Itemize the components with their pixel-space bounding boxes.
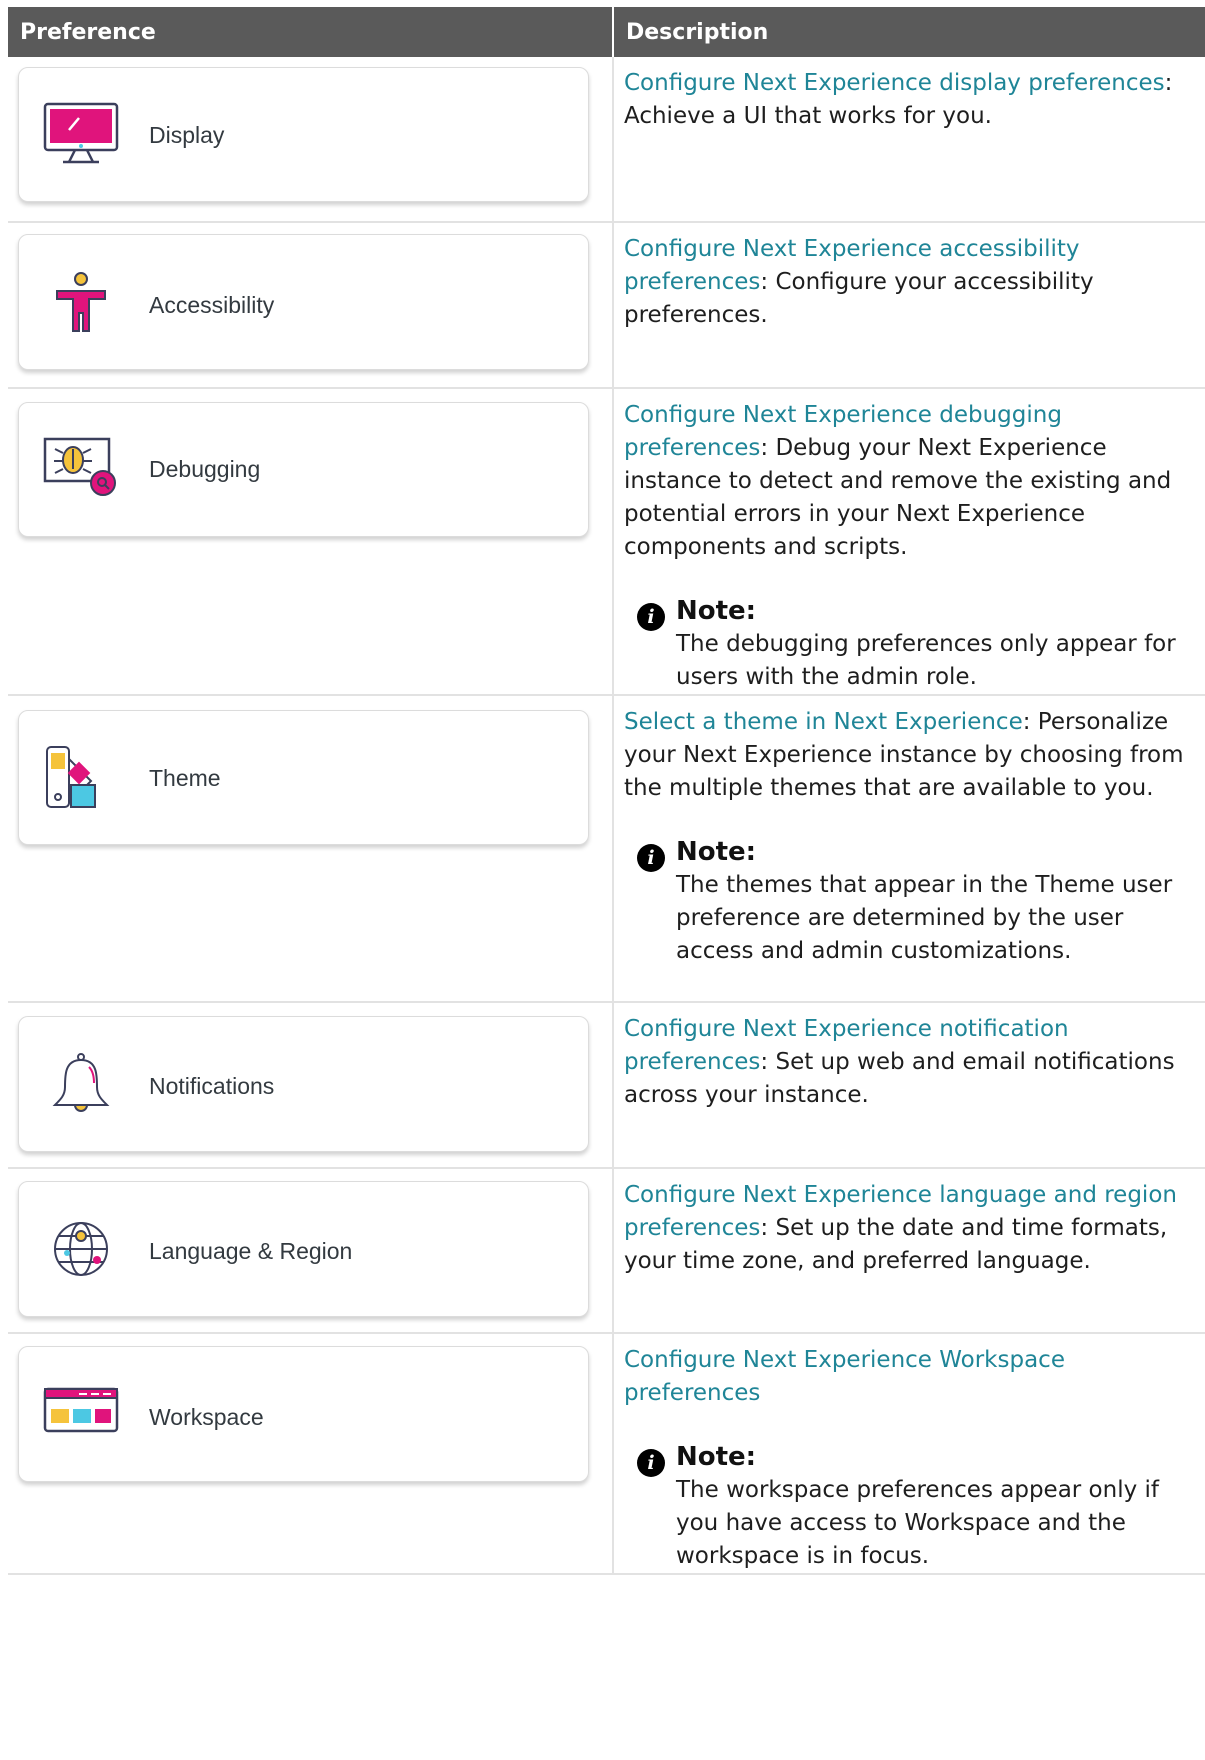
preference-label: Theme (149, 765, 221, 791)
preference-card-language-region[interactable]: Language & Region (18, 1181, 589, 1317)
monitor-icon (43, 100, 119, 170)
description-cell: Configure Next Experience display prefer… (613, 57, 1205, 223)
preference-card-debugging[interactable]: Debugging (18, 402, 589, 537)
preference-label: Debugging (149, 456, 261, 482)
note-title: Note: (676, 1442, 757, 1472)
preference-doc-link[interactable]: Configure Next Experience display prefer… (624, 70, 1165, 96)
preference-cell: Display (8, 57, 614, 223)
note-callout: i Note: The themes that appear in the Th… (624, 835, 1201, 968)
note-body: The debugging preferences only appear fo… (676, 631, 1176, 690)
column-header-preference: Preference (8, 7, 614, 57)
preference-cell: Accessibility (8, 222, 614, 389)
description-text: Configure Next Experience debugging pref… (624, 399, 1201, 564)
note-body: The themes that appear in the Theme user… (676, 872, 1173, 964)
info-icon: i (637, 603, 665, 631)
preference-label: Notifications (149, 1073, 275, 1099)
globe-icon (43, 1216, 119, 1286)
description-cell: Configure Next Experience Workspace pref… (613, 1333, 1205, 1575)
column-header-description: Description (613, 7, 1205, 57)
preference-cell: Notifications (8, 1002, 614, 1169)
info-icon: i (637, 1449, 665, 1477)
preference-card-display[interactable]: Display (18, 67, 589, 202)
description-text: Configure Next Experience display prefer… (624, 67, 1201, 133)
table-row: Accessibility Configure Next Experience … (8, 222, 1205, 389)
table-row: Language & Region Configure Next Experie… (8, 1168, 1205, 1334)
bell-icon (43, 1051, 119, 1121)
workspace-window-icon (43, 1383, 119, 1453)
note-title: Note: (676, 596, 757, 626)
table-row: Workspace Configure Next Experience Work… (8, 1333, 1205, 1575)
table-row: Display Configure Next Experience displa… (8, 57, 1205, 223)
table-row: Notifications Configure Next Experience … (8, 1002, 1205, 1169)
bug-search-icon (43, 433, 119, 503)
preference-card-theme[interactable]: Theme (18, 710, 589, 845)
description-cell: Select a theme in Next Experience: Perso… (613, 695, 1205, 1003)
table-header-row: Preference Description (8, 7, 1205, 57)
description-text: Configure Next Experience Workspace pref… (624, 1344, 1201, 1410)
color-swatch-icon (43, 745, 119, 815)
note-callout: i Note: The debugging preferences only a… (624, 594, 1201, 694)
description-cell: Configure Next Experience accessibility … (613, 222, 1205, 389)
preference-label: Display (149, 122, 225, 148)
preference-label: Language & Region (149, 1238, 353, 1264)
note-callout: i Note: The workspace preferences appear… (624, 1440, 1201, 1573)
note-body: The workspace preferences appear only if… (676, 1477, 1159, 1569)
preference-card-notifications[interactable]: Notifications (18, 1016, 589, 1152)
description-cell: Configure Next Experience debugging pref… (613, 388, 1205, 696)
description-text: Configure Next Experience language and r… (624, 1179, 1201, 1278)
preference-card-accessibility[interactable]: Accessibility (18, 234, 589, 370)
description-text: Configure Next Experience notification p… (624, 1013, 1201, 1112)
table-row: Debugging Configure Next Experience debu… (8, 388, 1205, 696)
preference-doc-link[interactable]: Select a theme in Next Experience (624, 709, 1023, 735)
info-icon: i (637, 844, 665, 872)
preference-doc-link[interactable]: Configure Next Experience Workspace pref… (624, 1347, 1065, 1406)
preference-cell: Workspace (8, 1333, 614, 1575)
preference-label: Workspace (149, 1404, 264, 1430)
description-text: Select a theme in Next Experience: Perso… (624, 706, 1201, 805)
preference-card-workspace[interactable]: Workspace (18, 1346, 589, 1482)
note-title: Note: (676, 837, 757, 867)
description-cell: Configure Next Experience language and r… (613, 1168, 1205, 1334)
accessibility-person-icon (43, 271, 119, 341)
preference-cell: Debugging (8, 388, 614, 696)
description-cell: Configure Next Experience notification p… (613, 1002, 1205, 1169)
description-text: Configure Next Experience accessibility … (624, 233, 1201, 332)
preferences-table: Preference Description Display Configure… (8, 7, 1205, 1575)
preference-label: Accessibility (149, 292, 275, 318)
preference-cell: Language & Region (8, 1168, 614, 1334)
preference-cell: Theme (8, 695, 614, 1003)
preferences-table-wrapper: Preference Description Display Configure… (8, 7, 1205, 1575)
table-row: Theme Select a theme in Next Experience:… (8, 695, 1205, 1003)
